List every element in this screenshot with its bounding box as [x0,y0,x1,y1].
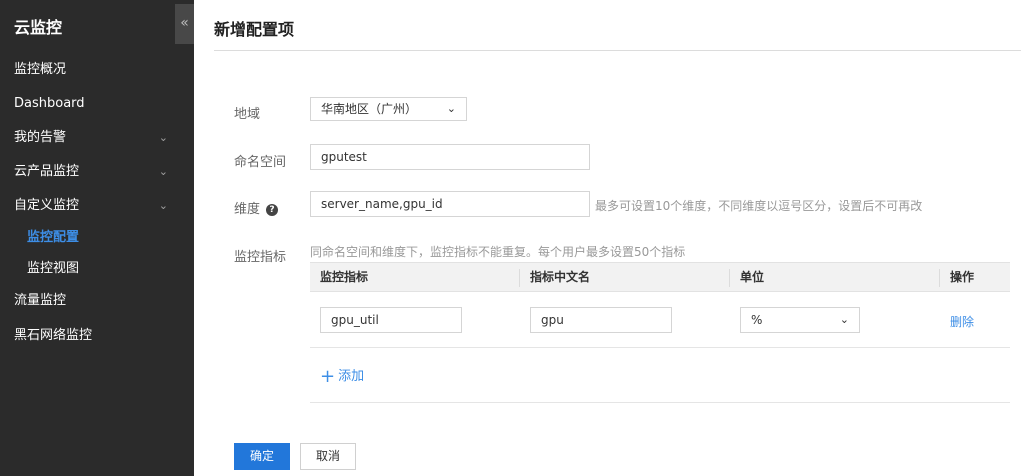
unit-select-value: % [751,313,763,327]
sidebar-subitem-label: 监控配置 [27,230,80,245]
sidebar-item-label: Dashboard [14,96,85,111]
main-content: 新增配置项 地域 华南地区（广州） ⌄ 命名空间 gputest 维度? ser… [194,0,1021,476]
metrics-hint: 同命名空间和维度下，监控指标不能重复。每个用户最多设置50个指标 [310,245,686,259]
chevron-down-icon: ⌄ [446,102,456,115]
plus-icon: + [320,366,336,387]
region-label: 地域 [234,107,261,122]
sidebar-item-label: 监控概况 [14,62,67,77]
column-header-unit: 单位 [740,270,765,284]
chevron-down-icon: ⌄ [158,131,168,144]
column-header-action: 操作 [950,270,975,284]
page-title: 新增配置项 [214,20,295,39]
region-select[interactable]: 华南地区（广州） ⌄ [310,97,467,121]
sidebar-item-traffic-monitoring[interactable]: 流量监控 [0,286,194,316]
unit-select[interactable]: % ⌄ [740,307,860,333]
metric-name-input[interactable]: gpu_util [320,307,462,333]
sidebar-item-custom-monitoring[interactable]: 自定义监控 ⌄ [0,191,194,221]
sidebar-item-label: 流量监控 [14,293,67,308]
sidebar-item-overview[interactable]: 监控概况 [0,55,194,85]
dimension-input[interactable]: server_name,gpu_id [310,191,590,217]
sidebar-brand: 云监控 [14,18,63,37]
sidebar-item-blackstone-network[interactable]: 黑石网络监控 [0,321,194,351]
sidebar-subitem-monitor-view[interactable]: 监控视图 [0,255,194,283]
collapse-sidebar-icon[interactable]: « [175,4,194,44]
chevron-down-icon: ⌄ [158,165,168,178]
cancel-button[interactable]: 取消 [300,443,356,470]
chevron-down-icon: ⌄ [839,313,849,326]
namespace-label: 命名空间 [234,155,287,170]
row-divider [310,402,1010,403]
add-metric-label: 添加 [338,369,365,384]
delete-row-link[interactable]: 删除 [950,313,974,330]
help-icon[interactable]: ? [266,204,279,216]
dimension-label: 维度? [234,198,279,217]
column-header-metric: 监控指标 [320,270,369,284]
dimension-hint: 最多可设置10个维度，不同维度以逗号区分，设置后不可再改 [595,199,923,213]
namespace-input[interactable]: gputest [310,144,590,170]
dimension-label-text: 维度 [234,202,261,217]
region-select-value: 华南地区（广州） [321,102,418,116]
chevron-down-icon: ⌄ [158,199,168,212]
sidebar-item-label: 黑石网络监控 [14,328,93,343]
title-divider [214,50,1021,51]
sidebar-item-alarms[interactable]: 我的告警 ⌄ [0,123,194,153]
sidebar-item-label: 自定义监控 [14,198,80,213]
sidebar-item-label: 云产品监控 [14,164,80,179]
column-header-cn-name: 指标中文名 [530,270,591,284]
sidebar-item-dashboard[interactable]: Dashboard [0,89,194,119]
sidebar-subitem-monitor-config[interactable]: 监控配置 [0,224,194,252]
sidebar-subitem-label: 监控视图 [27,261,80,276]
confirm-button[interactable]: 确定 [234,443,290,470]
row-divider [310,347,1010,348]
sidebar: 云监控 « 监控概况 Dashboard 我的告警 ⌄ 云产品监控 ⌄ 自定义监… [0,0,194,476]
table-header: 监控指标 指标中文名 单位 操作 [310,262,1010,292]
sidebar-item-label: 我的告警 [14,130,67,145]
add-metric-button[interactable]: + 添加 [320,365,364,387]
metrics-label: 监控指标 [234,250,287,265]
metric-cn-name-input[interactable]: gpu [530,307,672,333]
sidebar-item-cloud-products[interactable]: 云产品监控 ⌄ [0,157,194,187]
